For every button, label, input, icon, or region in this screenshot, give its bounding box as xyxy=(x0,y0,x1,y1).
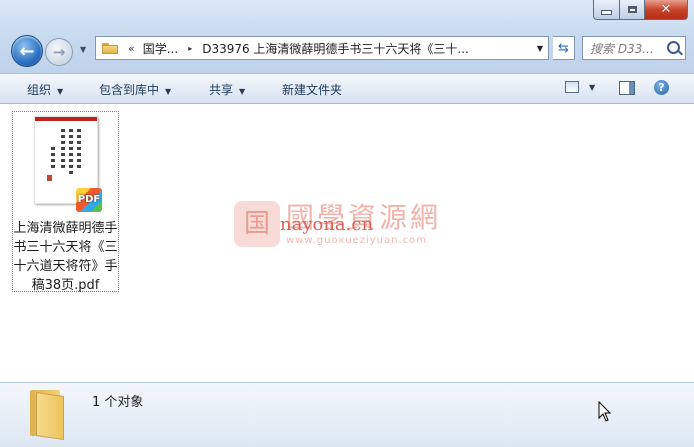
item-count: 1 个对象 xyxy=(92,395,144,410)
close-icon: ✕ xyxy=(660,2,672,17)
back-arrow-icon: ← xyxy=(19,40,35,62)
organize-label: 组织 xyxy=(27,83,52,97)
file-name[interactable]: 上海清微薛明德手书三十六天将《三十六道天将符》手稿38页.pdf xyxy=(13,219,118,295)
pdf-file-icon: PDF xyxy=(76,188,102,212)
forward-arrow-icon: → xyxy=(52,43,66,61)
recent-pages-dropdown[interactable]: ▼ xyxy=(80,45,86,54)
view-options-dropdown[interactable]: ▼ xyxy=(589,83,595,92)
thumbnail-header-bar xyxy=(35,117,97,121)
maximize-button[interactable] xyxy=(620,0,645,20)
explorer-window: ✕ ← → ▼ « 国学... ▸ D33976 上海清微薛明德手书三十六天将《… xyxy=(0,0,694,447)
organize-menu[interactable]: 组织 ▼ xyxy=(27,81,63,98)
refresh-button[interactable]: ⇆ xyxy=(553,36,575,60)
command-bar: 组织 ▼ 包含到库中 ▼ 共享 ▼ 新建文件夹 ▼ ? xyxy=(0,73,694,104)
breadcrumb-current[interactable]: D33976 上海清微薛明德手书三十六天将《三十... xyxy=(202,40,469,57)
search-icon[interactable] xyxy=(667,41,680,54)
maximize-icon xyxy=(627,6,637,13)
seal-stamp xyxy=(47,175,52,181)
search-input[interactable]: 搜索 D33... xyxy=(582,36,686,60)
new-folder-button[interactable]: 新建文件夹 xyxy=(282,81,342,98)
forward-button[interactable]: → xyxy=(45,38,73,66)
include-in-library-label: 包含到库中 xyxy=(99,83,160,97)
chevron-down-icon: ▼ xyxy=(57,87,64,96)
watermark-chinese: 國學資源網 xyxy=(286,201,442,234)
refresh-icon: ⇆ xyxy=(558,40,569,56)
change-view-icon[interactable] xyxy=(565,81,579,93)
watermark: 国 國學資源網 nayona.cn www.guoxueziyuan.com xyxy=(234,199,464,259)
back-button[interactable]: ← xyxy=(11,35,43,67)
chevron-down-icon: ▼ xyxy=(165,87,172,96)
mouse-cursor-icon xyxy=(598,401,612,422)
minimize-icon xyxy=(601,10,612,15)
help-icon[interactable]: ? xyxy=(654,80,669,95)
folder-icon xyxy=(30,390,64,440)
close-button[interactable]: ✕ xyxy=(645,0,688,20)
breadcrumb-parent[interactable]: 国学... xyxy=(143,40,178,57)
address-bar[interactable]: « 国学... ▸ D33976 上海清微薛明德手书三十六天将《三十... ▼ xyxy=(95,36,549,60)
folder-icon xyxy=(102,42,118,54)
watermark-url: www.guoxueziyuan.com xyxy=(286,235,427,246)
file-item[interactable]: PDF 上海清微薛明德手书三十六天将《三十六道天将符》手稿38页.pdf xyxy=(12,111,119,295)
caption-buttons: ✕ xyxy=(593,0,688,20)
details-pane: 1 个对象 xyxy=(0,382,694,447)
chevron-down-icon: ▼ xyxy=(239,87,246,96)
address-overflow[interactable]: « xyxy=(128,42,135,55)
file-list-area[interactable]: PDF 上海清微薛明德手书三十六天将《三十六道天将符》手稿38页.pdf 国 國… xyxy=(0,104,694,382)
search-placeholder: 搜索 D33... xyxy=(590,41,654,56)
address-dropdown-icon[interactable]: ▼ xyxy=(537,44,543,53)
share-label: 共享 xyxy=(209,83,234,97)
navigation-bar: ← → ▼ « 国学... ▸ D33976 上海清微薛明德手书三十六天将《三十… xyxy=(0,32,694,68)
watermark-domain: nayona.cn xyxy=(280,214,374,235)
new-folder-label: 新建文件夹 xyxy=(282,83,343,97)
preview-pane-icon[interactable] xyxy=(619,81,635,95)
watermark-logo: 国 xyxy=(234,201,280,247)
breadcrumb-separator-icon[interactable]: ▸ xyxy=(188,44,192,53)
minimize-button[interactable] xyxy=(593,0,620,20)
share-menu[interactable]: 共享 ▼ xyxy=(209,81,245,98)
include-in-library-menu[interactable]: 包含到库中 ▼ xyxy=(99,81,171,98)
